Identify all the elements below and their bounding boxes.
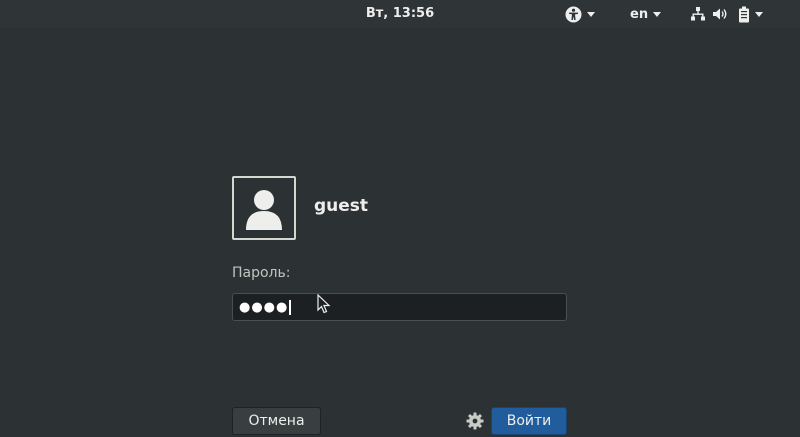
speaker-volume-icon (713, 8, 727, 20)
cancel-button[interactable]: Отмена (232, 407, 321, 435)
login-screen: Вт, 13:56 en guest Пароль: ●●●● Отмена В… (0, 0, 800, 437)
password-field[interactable]: ●●●● (232, 293, 567, 321)
user-avatar-icon (246, 190, 282, 230)
text-cursor (289, 299, 292, 315)
language-label: en (630, 6, 649, 22)
network-wired-icon (691, 7, 705, 21)
gear-icon[interactable] (466, 412, 484, 430)
mouse-pointer-icon (317, 294, 331, 314)
accessibility-menu[interactable] (565, 4, 595, 24)
accessibility-icon (565, 6, 582, 22)
battery-icon (739, 6, 749, 22)
login-button[interactable]: Войти (491, 407, 567, 435)
clock[interactable]: Вт, 13:56 (0, 6, 800, 21)
username-label: guest (314, 196, 369, 216)
system-menu[interactable] (690, 4, 763, 24)
chevron-down-icon (587, 11, 595, 17)
language-menu[interactable]: en (630, 4, 662, 24)
top-bar: Вт, 13:56 en (0, 0, 800, 28)
chevron-down-icon (653, 11, 662, 17)
chevron-down-icon (755, 11, 763, 17)
avatar (232, 176, 296, 240)
password-mask: ●●●● (239, 299, 289, 315)
password-label: Пароль: (232, 265, 291, 281)
